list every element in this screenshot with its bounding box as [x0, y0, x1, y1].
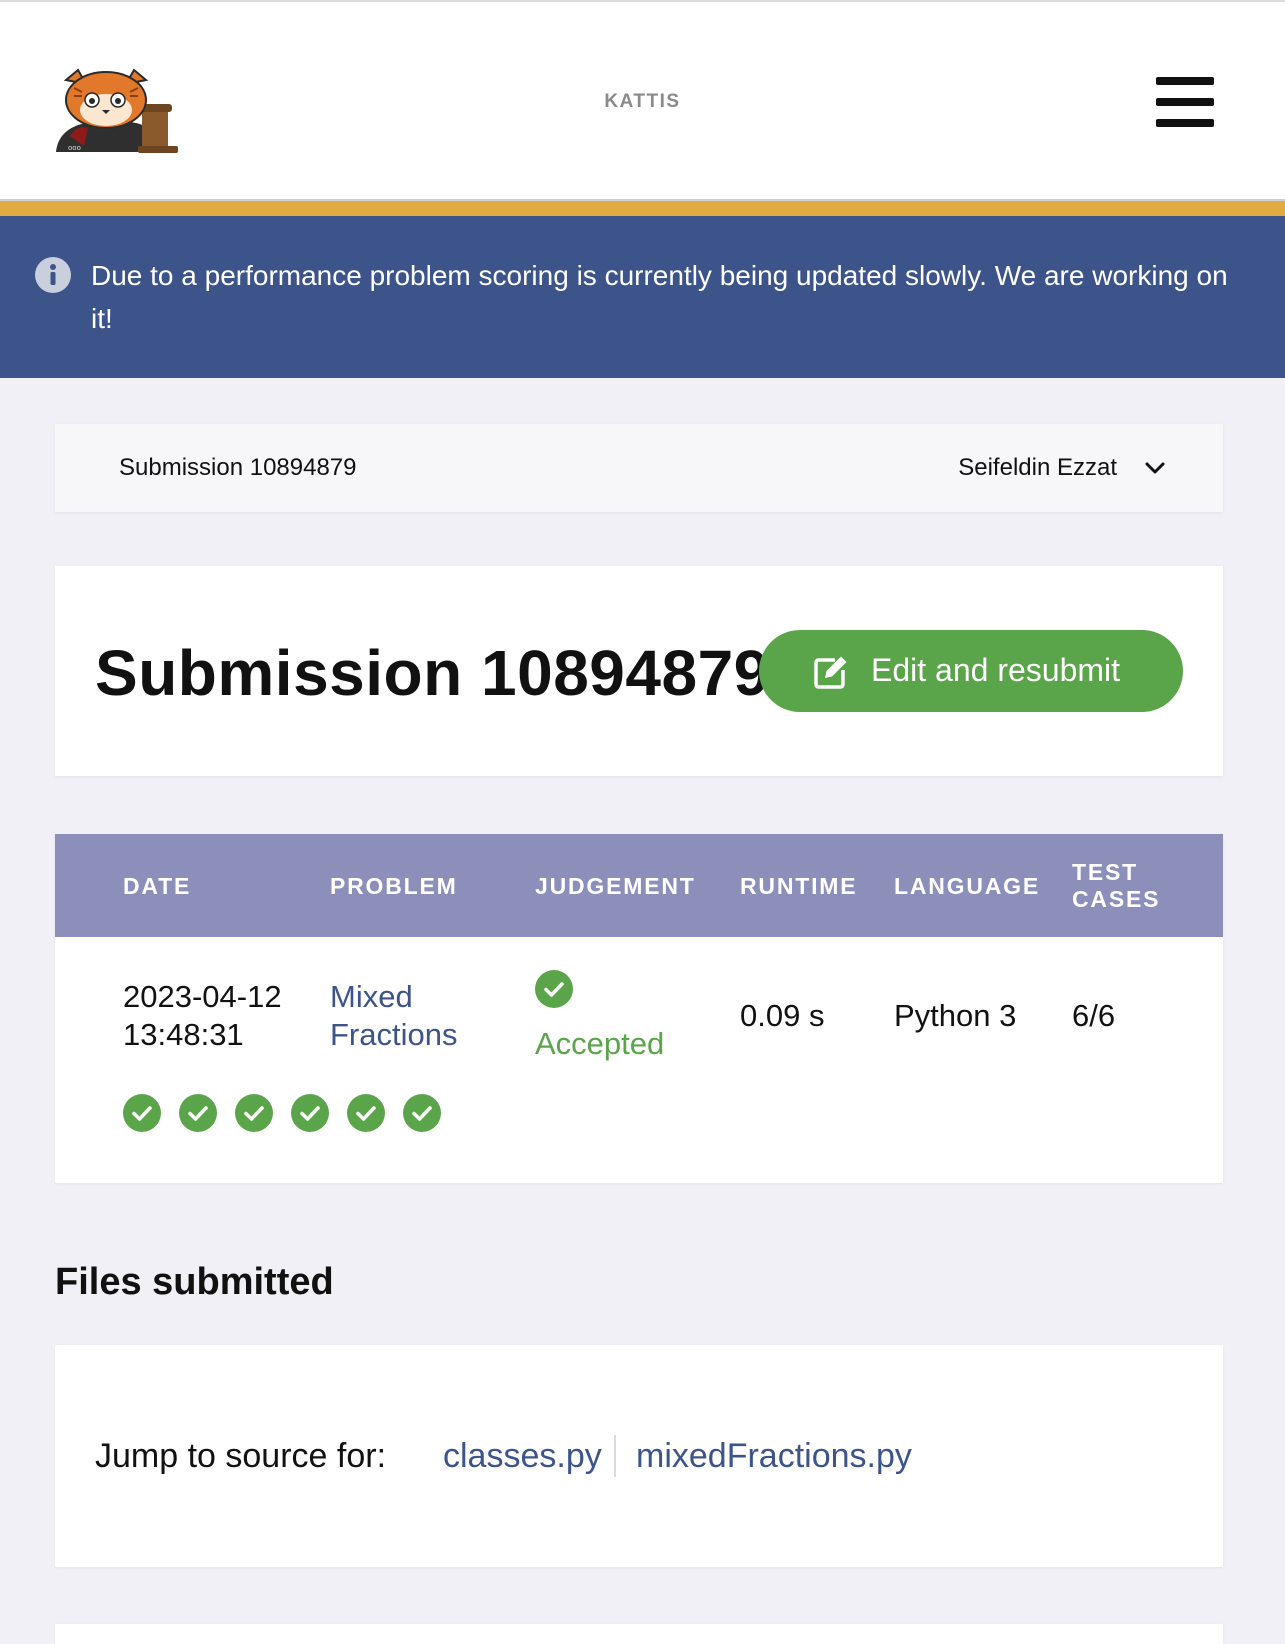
file-link-separator — [614, 1435, 616, 1477]
accent-strip — [0, 201, 1285, 216]
cell-runtime: 0.09 s — [740, 998, 825, 1033]
files-section-title: Files submitted — [55, 1261, 334, 1303]
cell-date: 2023-04-12 — [123, 979, 282, 1014]
col-header-date: DATE — [123, 873, 192, 899]
info-icon — [35, 257, 71, 293]
chevron-down-icon[interactable] — [1141, 454, 1169, 482]
cell-test-cases: 6/6 — [1072, 998, 1116, 1033]
col-header-runtime: RUNTIME — [740, 873, 858, 899]
col-header-test-cases-line1: TEST — [1072, 859, 1138, 885]
jump-to-source-label: Jump to source for: — [95, 1437, 387, 1475]
test-case-1-check-icon[interactable] — [123, 1094, 161, 1132]
top-navbar: ooo KATTIS — [0, 0, 1285, 201]
submission-table: DATE PROBLEM JUDGEMENT RUNTIME LANGUAGE … — [55, 834, 1223, 1183]
brand-name[interactable]: KATTIS — [0, 91, 1285, 113]
judgement-status: Accepted — [535, 1026, 665, 1061]
user-menu-name[interactable]: Seifeldin Ezzat — [958, 454, 1117, 482]
files-card: Jump to source for: classes.py mixedFrac… — [55, 1345, 1223, 1567]
file-link-classes[interactable]: classes.py — [443, 1437, 602, 1476]
cell-language: Python 3 — [894, 998, 1017, 1033]
table-header: DATE PROBLEM JUDGEMENT RUNTIME LANGUAGE … — [55, 834, 1223, 937]
page-title: Submission 10894879 — [95, 637, 770, 709]
hamburger-menu-icon[interactable] — [1156, 77, 1214, 127]
col-header-test-cases-line2: CASES — [1072, 886, 1161, 912]
col-header-language: LANGUAGE — [894, 873, 1041, 899]
breadcrumb-current: Submission 10894879 — [119, 454, 357, 481]
svg-text:ooo: ooo — [68, 144, 81, 152]
col-header-judgement: JUDGEMENT — [535, 873, 696, 899]
submission-title-card: Submission 10894879 Edit and resubmit — [55, 566, 1223, 776]
edit-icon — [814, 656, 847, 689]
edit-and-resubmit-button[interactable]: Edit and resubmit — [759, 630, 1183, 712]
test-case-4-check-icon[interactable] — [291, 1094, 329, 1132]
test-case-6-check-icon[interactable] — [403, 1094, 441, 1132]
notice-text: Due to a performance problem scoring is … — [91, 260, 1228, 334]
cell-time: 13:48:31 — [123, 1017, 244, 1052]
source-code-card — [55, 1624, 1223, 1644]
problem-link-line2[interactable]: Fractions — [330, 1016, 457, 1054]
test-case-3-check-icon[interactable] — [235, 1094, 273, 1132]
test-case-2-check-icon[interactable] — [179, 1094, 217, 1132]
breadcrumb-bar: Submission 10894879 Seifeldin Ezzat — [55, 424, 1223, 512]
judgement-check-icon — [535, 970, 573, 1008]
file-link-mixed-fractions[interactable]: mixedFractions.py — [636, 1437, 912, 1476]
resubmit-label: Edit and resubmit — [871, 652, 1121, 688]
test-case-5-check-icon[interactable] — [347, 1094, 385, 1132]
col-header-problem: PROBLEM — [330, 873, 458, 899]
problem-link-line1[interactable]: Mixed — [330, 978, 413, 1016]
